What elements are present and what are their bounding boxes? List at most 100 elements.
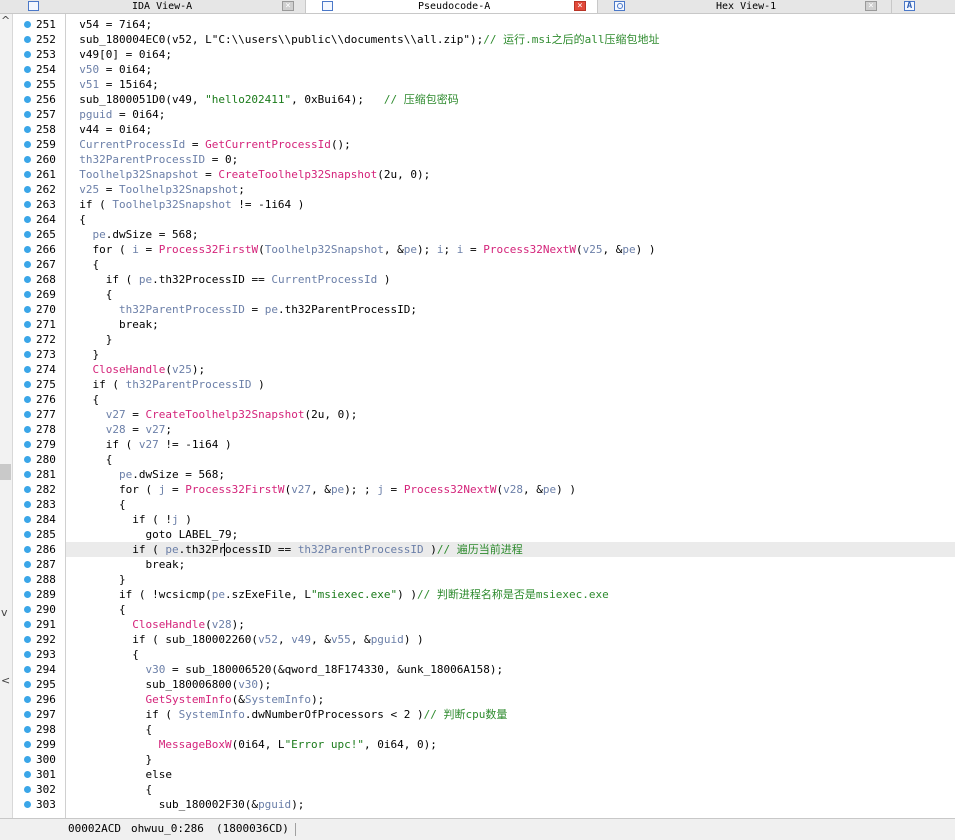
breakpoint-dot-icon[interactable] [24, 576, 31, 583]
gutter-row[interactable]: 257 [13, 107, 65, 122]
gutter-row[interactable]: 269 [13, 287, 65, 302]
gutter-row[interactable]: 287 [13, 557, 65, 572]
code-line[interactable]: sub_180006800(v30); [66, 677, 955, 692]
variable-name[interactable]: pe [331, 483, 344, 496]
gutter-row[interactable]: 273 [13, 347, 65, 362]
line-number-gutter[interactable]: 251 252 253 254 255 256 257 258 259 260 261 262 263 2… [13, 14, 66, 818]
code-line[interactable]: v50 = 0i64; [66, 62, 955, 77]
breakpoint-dot-icon[interactable] [24, 411, 31, 418]
pseudocode-view[interactable]: v54 = 7i64; sub_180004EC0(v52, L"C:\\use… [66, 14, 955, 818]
gutter-row[interactable]: 277 [13, 407, 65, 422]
variable-name[interactable]: CurrentProcessId [271, 273, 377, 286]
variable-name[interactable]: Toolhelp32Snapshot [79, 168, 198, 181]
breakpoint-dot-icon[interactable] [24, 501, 31, 508]
variable-name[interactable]: CurrentProcessId [79, 138, 185, 151]
variable-name[interactable]: pe [93, 228, 106, 241]
gutter-row[interactable]: 296 [13, 692, 65, 707]
gutter-row[interactable]: 291 [13, 617, 65, 632]
code-line[interactable]: v49[0] = 0i64; [66, 47, 955, 62]
code-line[interactable]: { [66, 392, 955, 407]
close-icon[interactable]: × [865, 1, 877, 11]
breakpoint-dot-icon[interactable] [24, 381, 31, 388]
variable-name[interactable]: v25 [79, 183, 99, 196]
gutter-row[interactable]: 292 [13, 632, 65, 647]
gutter-row[interactable]: 266 [13, 242, 65, 257]
variable-name[interactable]: th32ParentProcessID [298, 543, 424, 556]
code-line[interactable]: CloseHandle(v28); [66, 617, 955, 632]
scroll-down-icon[interactable]: v [1, 606, 8, 619]
function-name[interactable]: CreateToolhelp32Snapshot [146, 408, 305, 421]
breakpoint-dot-icon[interactable] [24, 321, 31, 328]
code-line-current[interactable]: if ( pe.th32ProcessID == th32ParentProce… [66, 542, 955, 557]
breakpoint-dot-icon[interactable] [24, 786, 31, 793]
breakpoint-dot-icon[interactable] [24, 711, 31, 718]
code-line[interactable]: v44 = 0i64; [66, 122, 955, 137]
gutter-row[interactable]: 281 [13, 467, 65, 482]
breakpoint-dot-icon[interactable] [24, 66, 31, 73]
code-line[interactable]: { [66, 287, 955, 302]
variable-name[interactable]: Toolhelp32Snapshot [265, 243, 384, 256]
tab-pseudocode-a[interactable]: Pseudocode-A × [306, 0, 598, 13]
code-line[interactable]: else [66, 767, 955, 782]
scroll-up-icon[interactable]: ^ [1, 14, 10, 27]
code-line[interactable]: v27 = CreateToolhelp32Snapshot(2u, 0); [66, 407, 955, 422]
breakpoint-dot-icon[interactable] [24, 336, 31, 343]
code-line[interactable]: { [66, 647, 955, 662]
gutter-row[interactable]: 294 [13, 662, 65, 677]
breakpoint-dot-icon[interactable] [24, 231, 31, 238]
variable-name[interactable]: th32ParentProcessID [126, 378, 252, 391]
function-name[interactable]: CloseHandle [93, 363, 166, 376]
variable-name[interactable]: th32ParentProcessID [119, 303, 245, 316]
code-line[interactable]: if ( th32ParentProcessID ) [66, 377, 955, 392]
breakpoint-dot-icon[interactable] [24, 156, 31, 163]
function-name[interactable]: Process32FirstW [185, 483, 284, 496]
code-line[interactable]: } [66, 347, 955, 362]
variable-name[interactable]: v27 [146, 423, 166, 436]
variable-name[interactable]: v27 [106, 408, 126, 421]
breakpoint-dot-icon[interactable] [24, 546, 31, 553]
function-name[interactable]: GetSystemInfo [145, 693, 231, 706]
code-line[interactable]: { [66, 497, 955, 512]
back-icon[interactable]: < [1, 674, 10, 687]
breakpoint-dot-icon[interactable] [24, 246, 31, 253]
gutter-row[interactable]: 285 [13, 527, 65, 542]
variable-name[interactable]: j [377, 483, 384, 496]
code-line[interactable]: v30 = sub_180006520(&qword_18F174330, &u… [66, 662, 955, 677]
gutter-row[interactable]: 267 [13, 257, 65, 272]
breakpoint-dot-icon[interactable] [24, 36, 31, 43]
gutter-row[interactable]: 252 [13, 32, 65, 47]
breakpoint-dot-icon[interactable] [24, 51, 31, 58]
breakpoint-dot-icon[interactable] [24, 666, 31, 673]
gutter-row[interactable]: 264 [13, 212, 65, 227]
function-name[interactable]: MessageBoxW [159, 738, 232, 751]
gutter-row[interactable]: 278 [13, 422, 65, 437]
code-line[interactable]: GetSystemInfo(&SystemInfo); [66, 692, 955, 707]
breakpoint-dot-icon[interactable] [24, 366, 31, 373]
variable-name[interactable]: i [437, 243, 444, 256]
variable-name[interactable]: pe [119, 468, 132, 481]
variable-name[interactable]: v25 [172, 363, 192, 376]
code-line[interactable]: CurrentProcessId = GetCurrentProcessId()… [66, 137, 955, 152]
gutter-row[interactable]: 274 [13, 362, 65, 377]
breakpoint-dot-icon[interactable] [24, 531, 31, 538]
variable-name[interactable]: v49 [291, 633, 311, 646]
code-line[interactable]: if ( sub_180002260(v52, v49, &v55, &pgui… [66, 632, 955, 647]
tab-ida-view-a[interactable]: IDA View-A × [12, 0, 306, 13]
variable-name[interactable]: Toolhelp32Snapshot [119, 183, 238, 196]
gutter-row[interactable]: 303 [13, 797, 65, 812]
breakpoint-dot-icon[interactable] [24, 21, 31, 28]
breakpoint-dot-icon[interactable] [24, 306, 31, 313]
breakpoint-dot-icon[interactable] [24, 261, 31, 268]
breakpoint-dot-icon[interactable] [24, 456, 31, 463]
code-line[interactable]: break; [66, 317, 955, 332]
code-line[interactable]: { [66, 722, 955, 737]
gutter-row[interactable]: 275 [13, 377, 65, 392]
breakpoint-dot-icon[interactable] [24, 186, 31, 193]
function-name[interactable]: CreateToolhelp32Snapshot [218, 168, 377, 181]
close-icon[interactable]: × [574, 1, 586, 11]
function-name[interactable]: Process32NextW [404, 483, 497, 496]
gutter-row[interactable]: 298 [13, 722, 65, 737]
function-name[interactable]: Process32NextW [483, 243, 576, 256]
variable-name[interactable]: v27 [139, 438, 159, 451]
breakpoint-dot-icon[interactable] [24, 111, 31, 118]
